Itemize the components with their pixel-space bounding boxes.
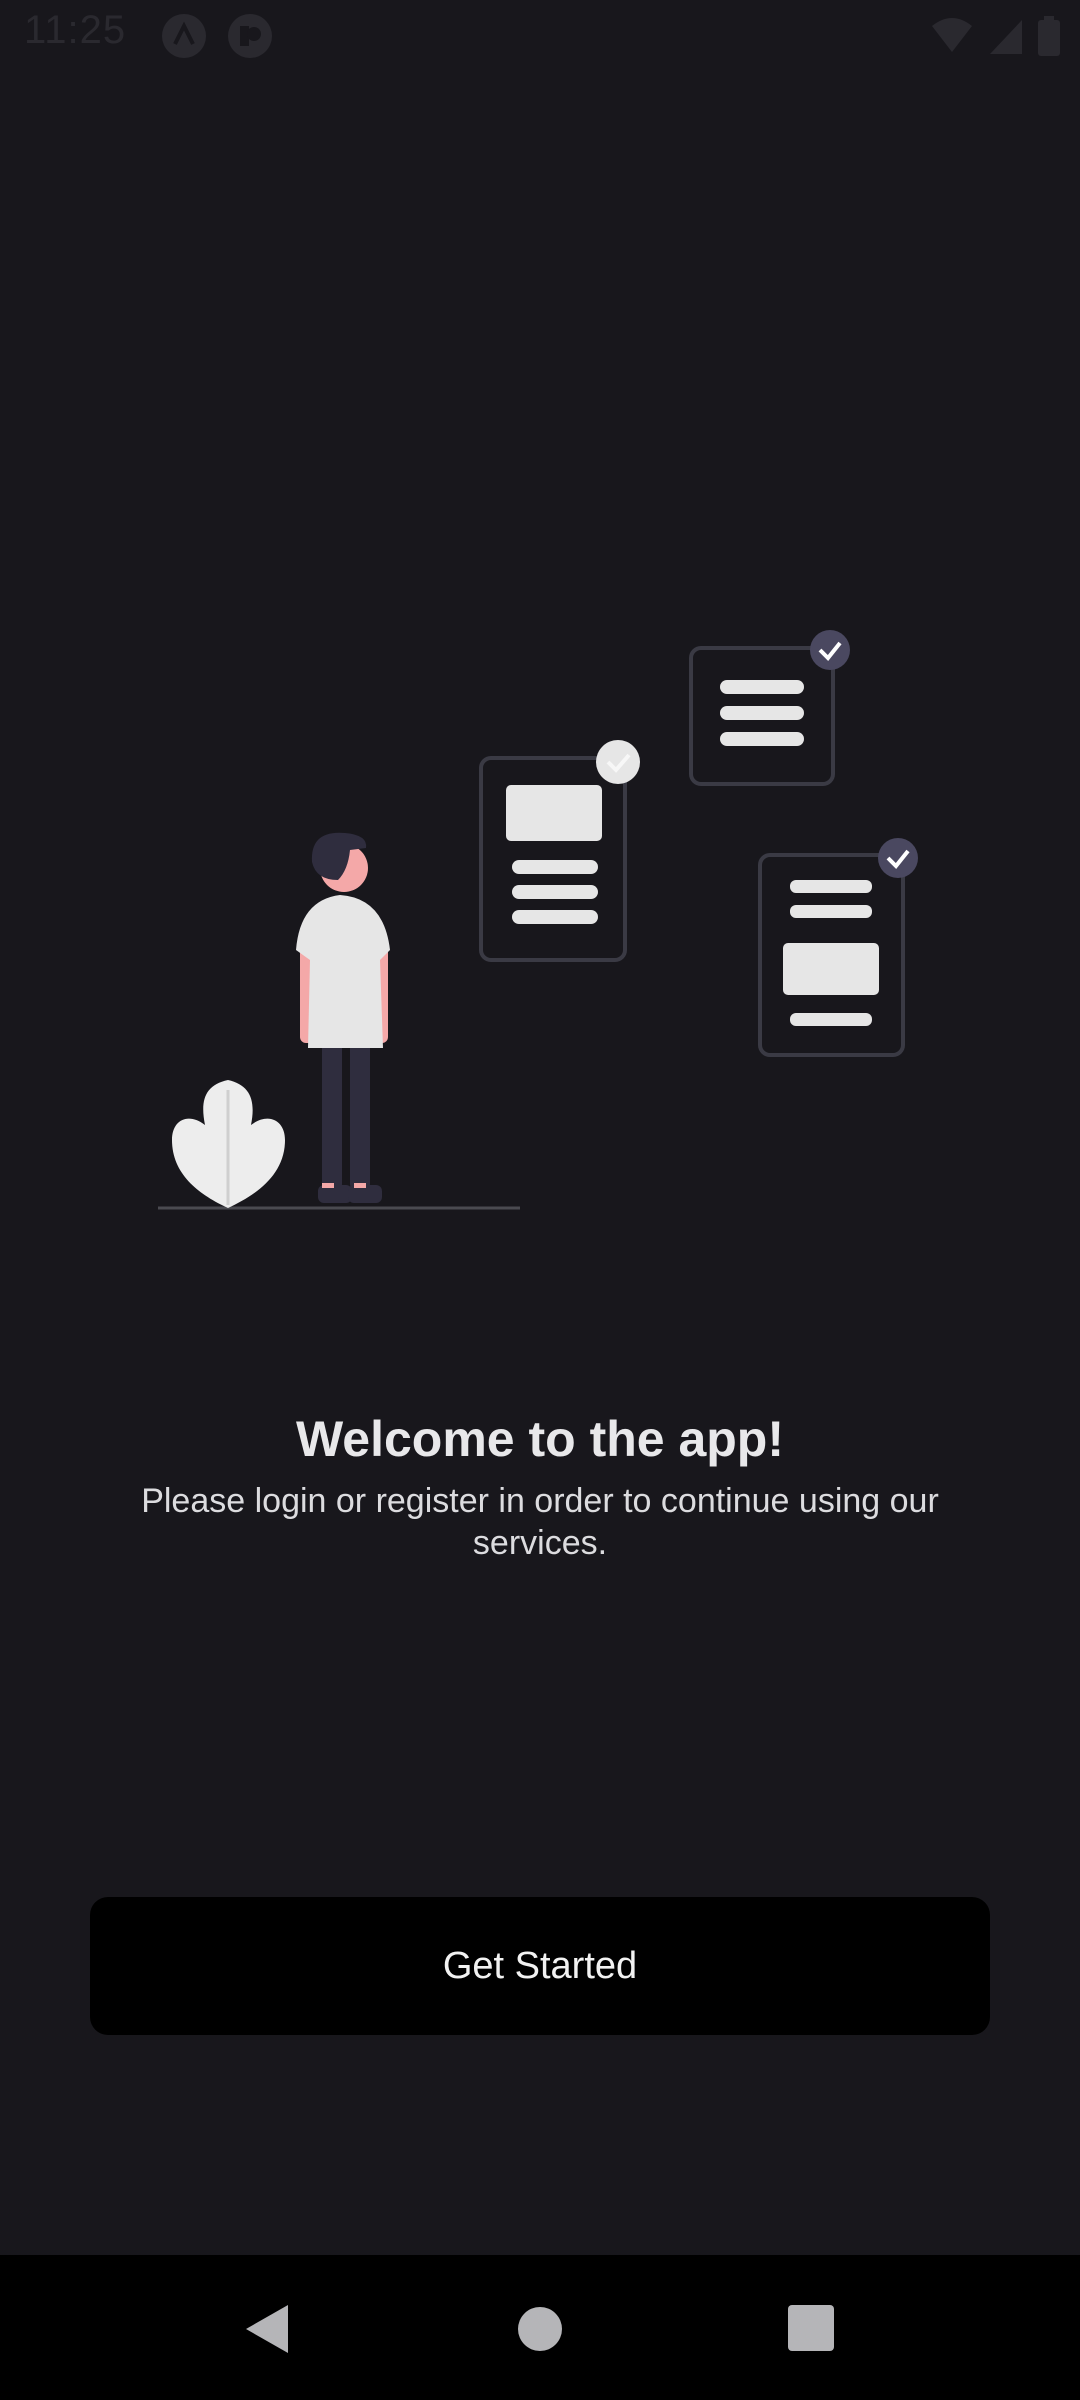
status-time: 11:25 xyxy=(24,8,127,52)
signal-icon xyxy=(990,20,1022,54)
checklist-card-1 xyxy=(479,740,640,962)
welcome-subtitle: Please login or register in order to con… xyxy=(141,1482,939,1562)
status-bar: 11:25 xyxy=(0,0,1080,72)
check-icon xyxy=(596,740,640,784)
app-b-icon xyxy=(228,14,272,58)
check-icon xyxy=(878,838,918,878)
get-started-button[interactable]: Get Started xyxy=(90,1897,990,2035)
battery-icon xyxy=(1038,16,1060,56)
home-icon[interactable] xyxy=(512,2301,568,2357)
check-icon xyxy=(810,630,850,670)
person-figure xyxy=(296,832,390,1203)
back-icon[interactable] xyxy=(240,2301,296,2357)
checklist-card-2 xyxy=(689,630,850,786)
system-nav-bar xyxy=(0,2255,1080,2400)
recents-icon[interactable] xyxy=(784,2301,840,2357)
status-icons xyxy=(930,14,1060,58)
person-with-checklists-illustration xyxy=(158,630,918,1210)
wifi-icon xyxy=(932,18,972,52)
app-a-icon xyxy=(162,14,206,58)
welcome-title: Welcome to the app! xyxy=(295,1411,784,1467)
plant-icon xyxy=(172,1080,285,1208)
checklist-card-3 xyxy=(758,838,918,1057)
